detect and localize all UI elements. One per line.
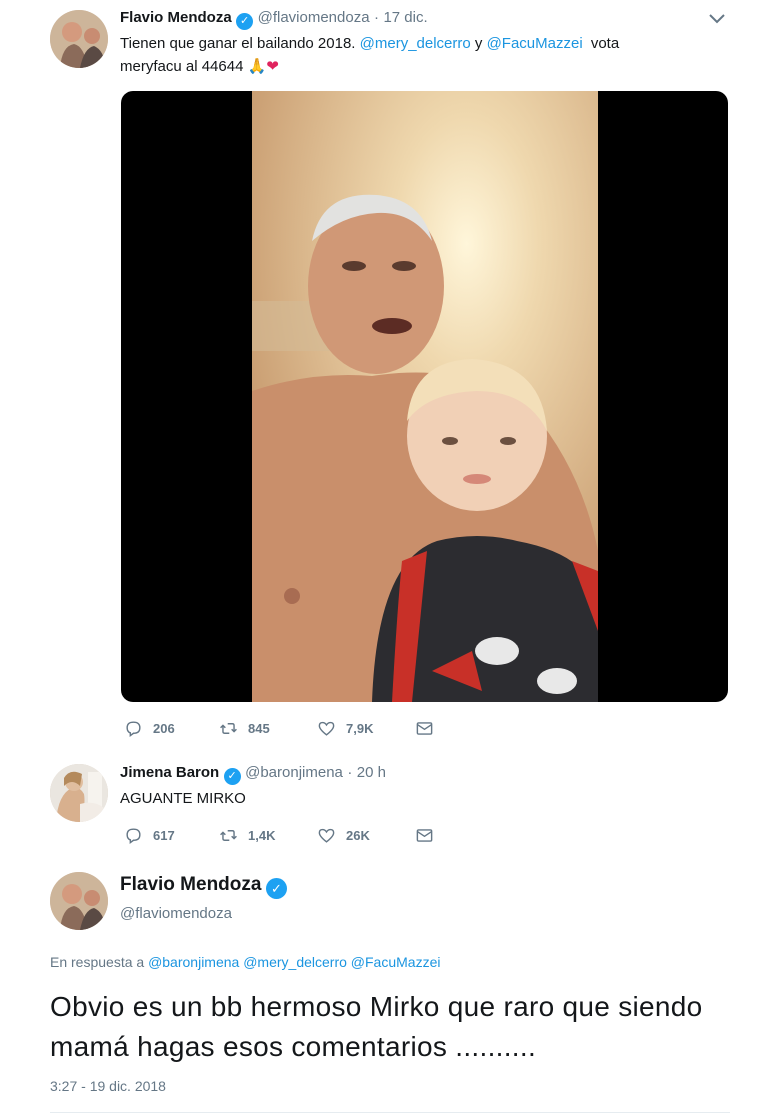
tweet-text: Tienen que ganar el bailando 2018. @mery… bbox=[120, 32, 700, 78]
avatar-flavio[interactable] bbox=[50, 872, 108, 930]
retweet-count: 845 bbox=[248, 721, 270, 736]
reply-button[interactable]: 206 bbox=[124, 719, 219, 738]
like-button[interactable]: 7,9K bbox=[317, 719, 415, 738]
chevron-down-icon[interactable] bbox=[708, 12, 726, 31]
like-count: 7,9K bbox=[346, 721, 374, 736]
tweet-text: Obvio es un bb hermoso Mirko que raro qu… bbox=[50, 991, 703, 1062]
tweet-text: AGUANTE MIRKO bbox=[120, 790, 246, 807]
reply-context: En respuesta a @baronjimena @mery_delcer… bbox=[50, 954, 440, 970]
reply-icon bbox=[126, 721, 141, 738]
avatar-image bbox=[50, 10, 108, 68]
author-name[interactable]: Flavio Mendoza bbox=[120, 9, 232, 26]
envelope-icon bbox=[416, 829, 433, 842]
reply-button[interactable]: 617 bbox=[124, 826, 219, 845]
retweet-icon bbox=[220, 723, 237, 734]
tweet-flavio-video[interactable]: Flavio Mendoza ✓ @flaviomendoza · 17 dic… bbox=[0, 0, 767, 752]
video-player[interactable] bbox=[121, 91, 728, 702]
verified-badge-icon: ✓ bbox=[223, 768, 241, 785]
text-part2: vota bbox=[590, 35, 620, 52]
tweet-timestamp[interactable]: 3:27 - 19 dic. 2018 bbox=[50, 1078, 166, 1094]
author-handle[interactable]: @flaviomendoza bbox=[258, 9, 370, 26]
reply-count: 617 bbox=[153, 828, 175, 843]
reply-icon bbox=[126, 828, 141, 845]
author-handle[interactable]: @baronjimena bbox=[245, 764, 343, 781]
tweet2-actions: 617 1,4K 26K bbox=[124, 826, 444, 845]
tweet-time[interactable]: 17 dic. bbox=[383, 9, 427, 26]
mention-facu[interactable]: @FacuMazzei bbox=[487, 35, 583, 52]
avatar-jimena[interactable] bbox=[50, 764, 108, 822]
emoji: 🙏❤ bbox=[247, 58, 279, 75]
verified-badge-icon: ✓ bbox=[236, 13, 254, 30]
dm-button[interactable] bbox=[415, 719, 444, 738]
separator: · bbox=[347, 764, 353, 781]
author-handle[interactable]: @flaviomendoza bbox=[120, 905, 232, 922]
reply-count: 206 bbox=[153, 721, 175, 736]
video-frame bbox=[252, 91, 598, 702]
divider bbox=[50, 1112, 730, 1113]
author-name[interactable]: Jimena Baron bbox=[120, 764, 219, 781]
heart-icon bbox=[318, 721, 335, 736]
avatar-flavio[interactable] bbox=[50, 10, 108, 68]
envelope-icon bbox=[416, 722, 433, 735]
mention-mery[interactable]: @mery_delcerro bbox=[360, 35, 471, 52]
reply-mention-facu[interactable]: @FacuMazzei bbox=[351, 954, 441, 970]
avatar-image bbox=[50, 764, 108, 822]
retweet-icon bbox=[220, 830, 237, 841]
verified-badge-icon: ✓ bbox=[265, 878, 287, 899]
heart-icon bbox=[318, 828, 335, 843]
tweet-time[interactable]: 20 h bbox=[357, 764, 386, 781]
tweet-flavio-reply[interactable]: Flavio Mendoza ✓ @flaviomendoza En respu… bbox=[0, 860, 767, 1118]
author-name[interactable]: Flavio Mendoza bbox=[120, 874, 261, 895]
reply-mention-mery[interactable]: @mery_delcerro bbox=[243, 954, 347, 970]
retweet-button[interactable]: 845 bbox=[219, 719, 317, 738]
conjunction: y bbox=[474, 35, 483, 52]
avatar-image bbox=[50, 872, 108, 930]
dm-button[interactable] bbox=[415, 826, 444, 845]
retweet-button[interactable]: 1,4K bbox=[219, 826, 317, 845]
like-button[interactable]: 26K bbox=[317, 826, 415, 845]
like-count: 26K bbox=[346, 828, 370, 843]
tweet1-actions: 206 845 7,9K bbox=[124, 719, 444, 738]
text-line2: meryfacu al 44644 bbox=[120, 58, 244, 75]
reply-prefix: En respuesta a bbox=[50, 954, 145, 970]
text-part1: Tienen que ganar el bailando 2018. bbox=[120, 35, 356, 52]
separator: · bbox=[374, 9, 379, 26]
reply-mention-baronjimena[interactable]: @baronjimena bbox=[148, 954, 239, 970]
tweet-jimena[interactable]: Jimena Baron ✓ @baronjimena · 20 h AGUAN… bbox=[0, 752, 767, 860]
retweet-count: 1,4K bbox=[248, 828, 276, 843]
